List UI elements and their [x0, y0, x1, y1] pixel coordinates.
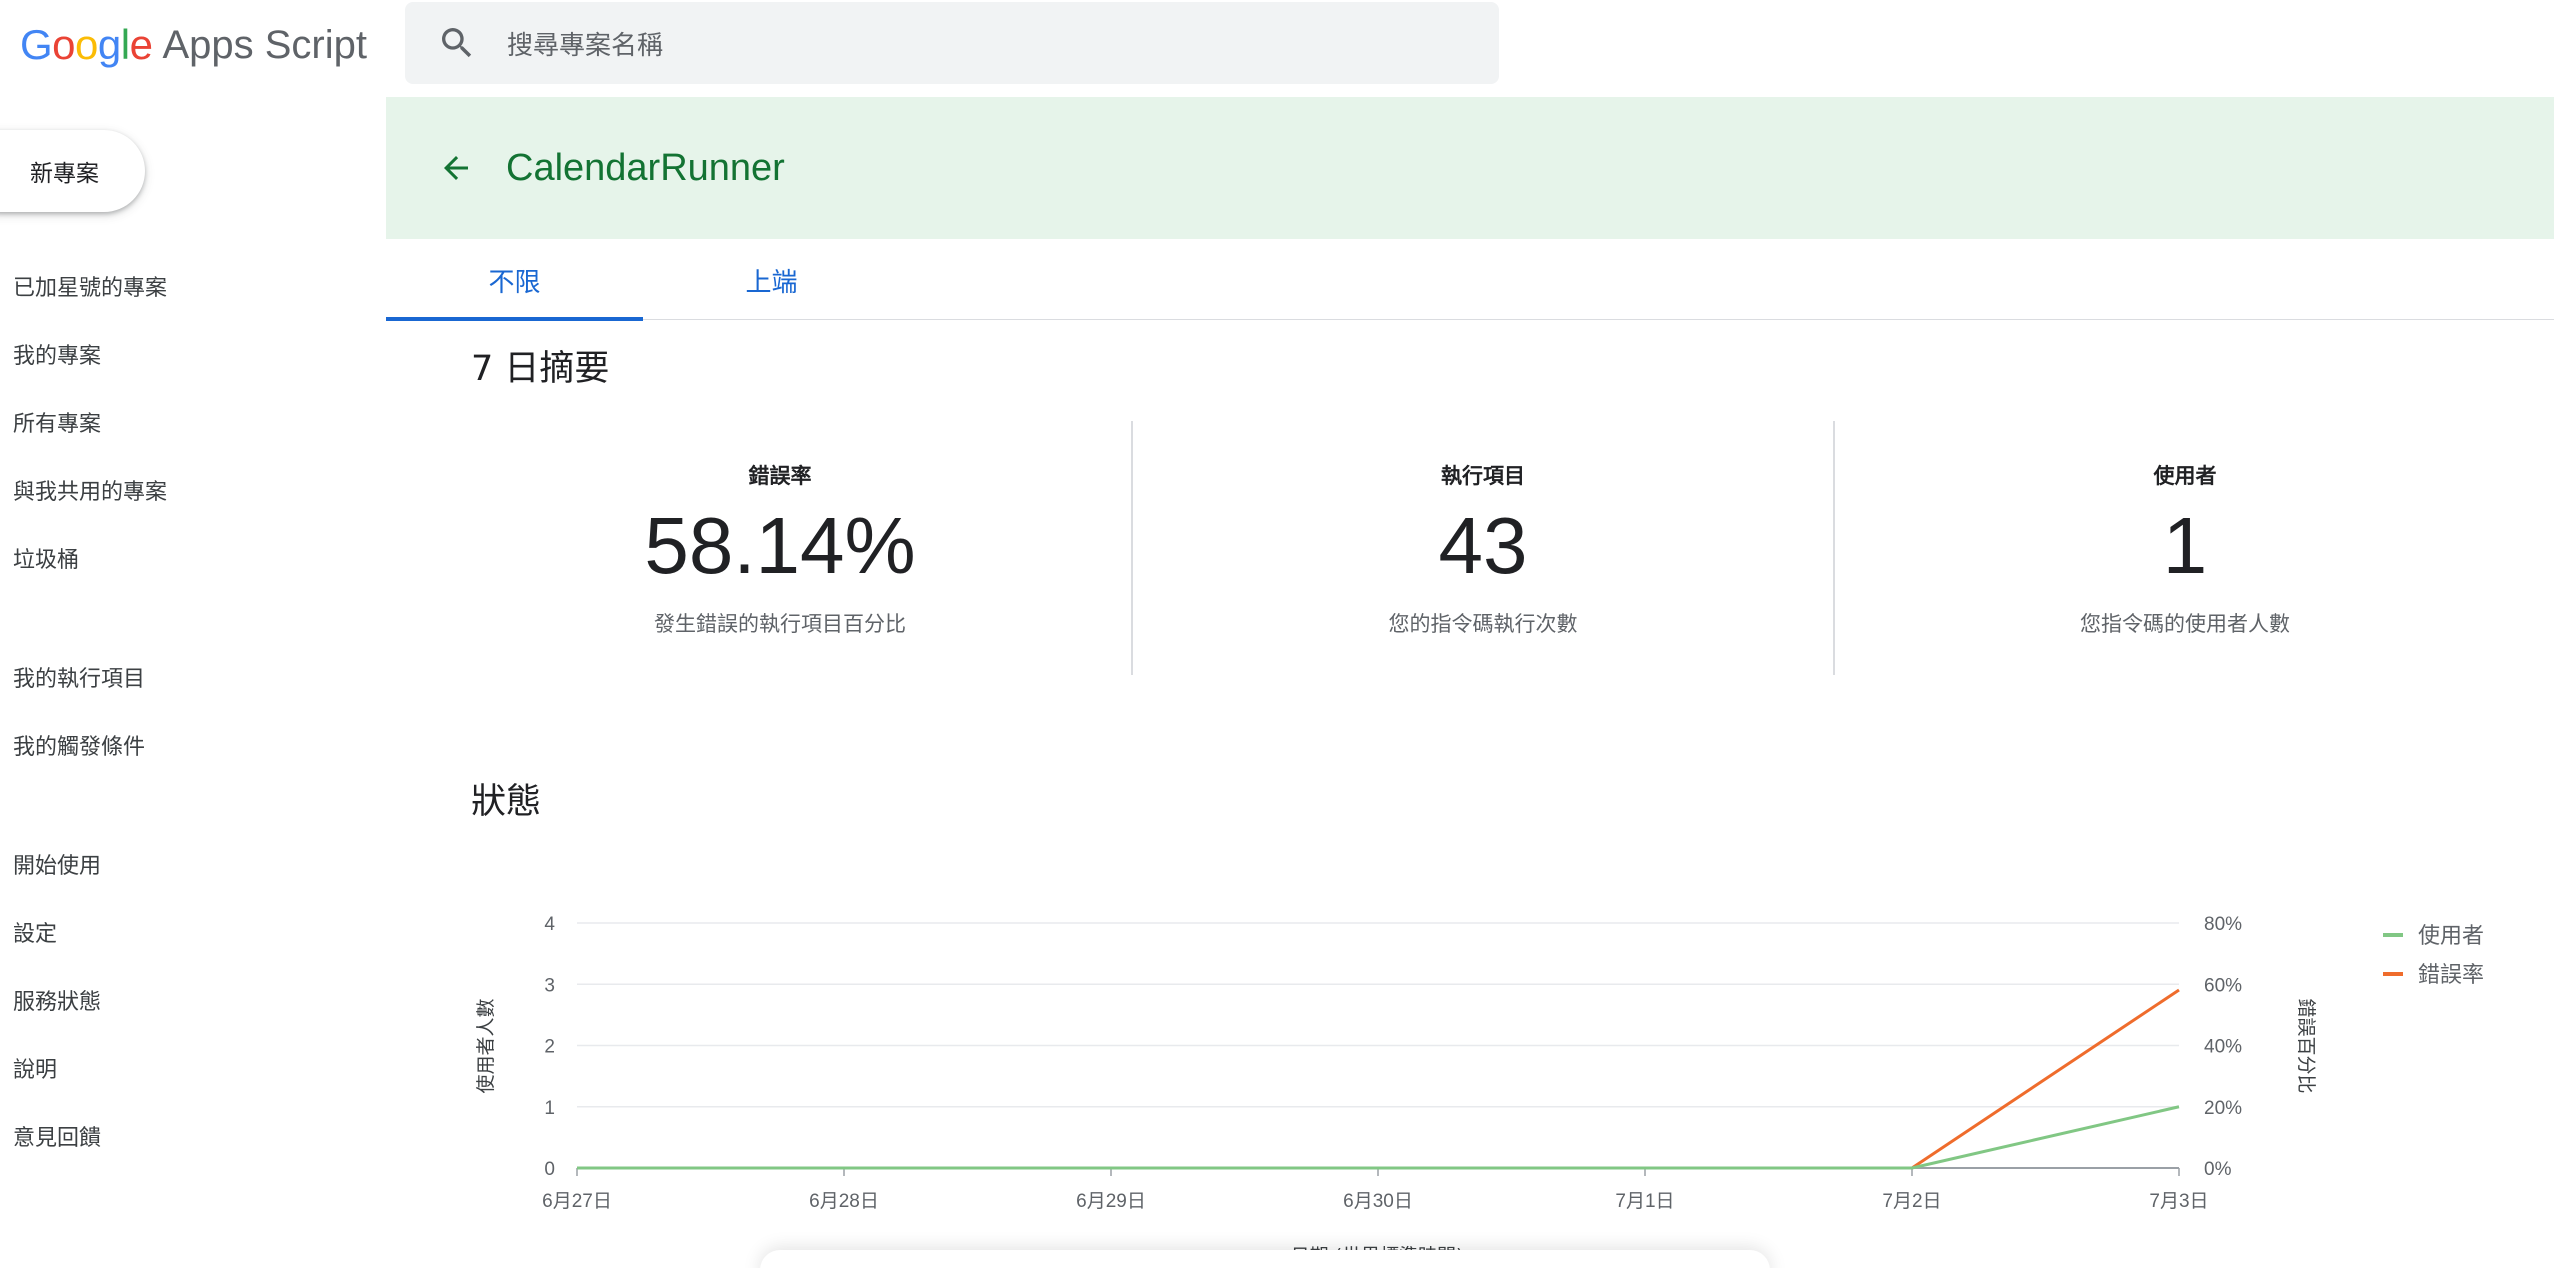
y-left-tick-label: 3	[544, 975, 555, 996]
y-left-tick-label: 0	[544, 1159, 555, 1180]
legend-label: 使用者	[2418, 924, 2484, 949]
y-left-tick-label: 2	[544, 1037, 555, 1058]
y-left-axis-title: 使用者人數	[475, 998, 497, 1093]
y-left-tick-label: 1	[544, 1098, 555, 1119]
y-left-tick-label: 4	[544, 914, 555, 935]
y-right-tick-label: 60%	[2204, 975, 2242, 996]
x-tick-label: 6月29日	[1076, 1191, 1146, 1212]
x-tick-label: 6月27日	[542, 1191, 612, 1212]
x-tick-label: 6月30日	[1343, 1191, 1413, 1212]
x-tick-label: 6月28日	[809, 1191, 879, 1212]
x-tick-label: 7月1日	[1615, 1191, 1674, 1212]
series-line-users	[577, 1105, 2180, 1170]
x-tick-label: 7月2日	[1882, 1191, 1941, 1212]
y-right-axis-title: 錯誤百分比	[2295, 998, 2317, 1093]
y-right-tick-label: 20%	[2204, 1098, 2242, 1119]
bottom-panel-edge	[760, 1250, 1770, 1268]
series-line-error-rate	[577, 988, 2180, 1170]
y-right-tick-label: 40%	[2204, 1037, 2242, 1058]
x-tick-label: 7月3日	[2149, 1191, 2208, 1212]
legend-label: 錯誤率	[2418, 963, 2484, 988]
y-right-tick-label: 0%	[2204, 1159, 2232, 1180]
status-chart: 012340%20%40%60%80%6月27日 6月28日 6月29日 6月30日 7…	[475, 914, 2484, 1267]
y-right-tick-label: 80%	[2204, 914, 2242, 935]
